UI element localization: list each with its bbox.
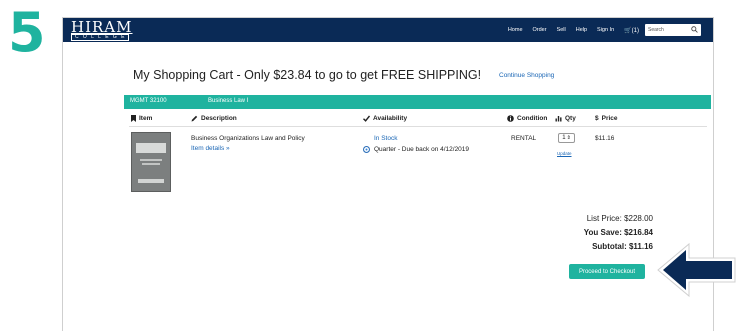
column-label-qty: Qty [565,115,576,122]
callout-arrow-icon [657,242,736,298]
book-cover-line [140,159,162,161]
rental-option[interactable]: Quarter - Due back on 4/12/2019 [363,146,469,153]
subtotal: Subtotal: $11.16 [592,242,653,251]
column-label-price: Price [601,115,618,122]
logo-subtitle: COLLEGE [71,34,129,41]
cart-title: My Shopping Cart - Only $23.84 to go to … [133,68,482,82]
dollar-icon: $ [595,115,599,122]
nav-link-help[interactable]: Help [576,27,587,33]
rental-radio[interactable] [363,146,370,153]
info-circle-icon [507,115,514,122]
column-header-description: Description [191,115,237,122]
book-cover-line [142,163,160,165]
browser-frame: HIRAM COLLEGE Home Order Sell Help Sign … [62,17,714,331]
item-title: Business Organizations Law and Policy [191,135,305,142]
column-label-description: Description [201,115,237,122]
nav-link-sign-in[interactable]: Sign In [597,27,614,33]
column-label-condition: Condition [517,115,548,122]
availability-status: In Stock [374,135,398,142]
update-quantity-link[interactable]: Update [557,151,572,156]
column-header-qty: Qty [555,115,576,122]
column-label-availability: Availability [373,115,408,122]
bookmark-icon [131,115,136,122]
you-save: You Save: $216.84 [583,228,653,237]
top-navbar: HIRAM COLLEGE Home Order Sell Help Sign … [63,18,713,42]
hiram-college-logo[interactable]: HIRAM COLLEGE [71,19,132,41]
continue-shopping-link[interactable]: Continue Shopping [499,72,554,79]
search-input[interactable] [648,25,688,35]
column-header-availability: Availability [363,115,407,122]
item-price: $11.16 [595,135,615,142]
step-number: 5 [8,1,46,64]
column-header-condition: Condition [507,115,547,122]
nav-links: Home Order Sell Help Sign In 🛒(1) [498,18,639,42]
book-cover-image[interactable] [131,132,171,192]
book-cover-label [136,143,166,153]
course-code: MGMT 32100 [130,98,167,104]
quantity-select[interactable]: 1 ⇕ [558,133,575,143]
course-name: Business Law I [208,98,249,104]
checkmark-icon [363,115,370,122]
column-header-price: $ Price [595,115,618,122]
nav-link-order[interactable]: Order [533,27,547,33]
header-divider [129,126,707,127]
book-cover-footer [138,179,164,183]
pencil-icon [191,115,198,122]
search-icon[interactable] [691,26,698,33]
item-details-link[interactable]: Item details » [191,145,230,152]
bar-chart-icon [555,116,562,122]
proceed-to-checkout-button[interactable]: Proceed to Checkout [569,264,645,279]
list-price: List Price: $228.00 [586,214,653,223]
cart-link[interactable]: 🛒(1) [624,27,639,34]
column-header-item: Item [131,115,152,122]
quantity-value: 1 [562,135,566,141]
nav-link-home[interactable]: Home [508,27,523,33]
course-bar: MGMT 32100 Business Law I [124,95,711,109]
chevron-updown-icon: ⇕ [566,135,571,141]
rental-option-label: Quarter - Due back on 4/12/2019 [374,146,470,153]
nav-link-sell[interactable]: Sell [557,27,566,33]
cart-icon: 🛒 [624,27,632,34]
cart-count: (1) [631,27,639,34]
logo-wordmark: HIRAM [71,18,133,36]
item-condition: RENTAL [511,135,537,142]
column-label-item: Item [139,115,153,122]
search-box [645,24,701,36]
